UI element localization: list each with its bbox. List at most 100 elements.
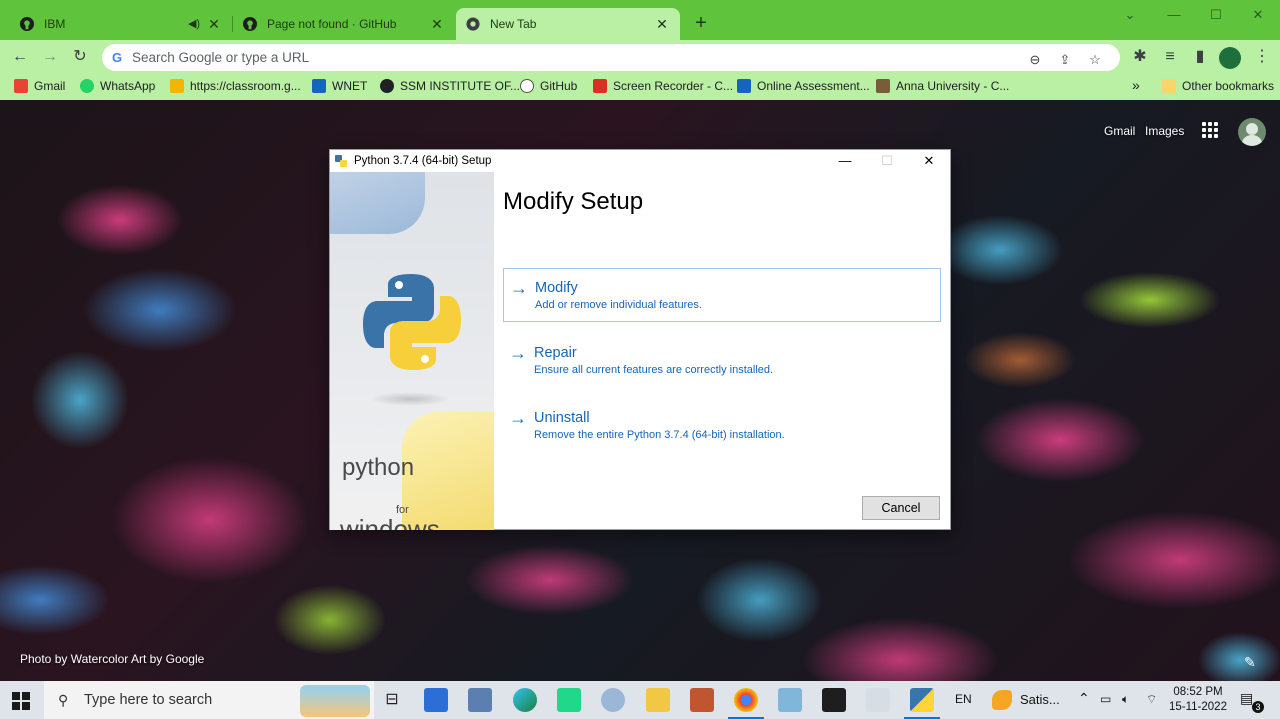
close-tab-icon[interactable]: ✕ (654, 16, 670, 32)
bookmark-online-assessment[interactable]: Online Assessment... (737, 79, 870, 93)
search-icon: ⚲ (58, 691, 69, 708)
dialog-title: Python 3.7.4 (64-bit) Setup (354, 155, 492, 167)
search-highlight-icon[interactable] (300, 685, 370, 717)
paint-icon[interactable] (601, 688, 625, 712)
tab-title: New Tab (490, 17, 537, 31)
python-installer-icon[interactable] (866, 688, 890, 712)
volume-icon[interactable]: 🔈︎ (1122, 692, 1129, 707)
reload-button[interactable]: ↻ (68, 45, 92, 69)
bookmark-whatsapp[interactable]: WhatsApp (80, 79, 155, 93)
whatsapp-icon (80, 79, 94, 93)
bookmark-label: Anna University - C... (896, 79, 1010, 93)
menu-icon[interactable]: ⋮ (1250, 45, 1274, 69)
omnibox[interactable]: G Search Google or type a URL ⊖ ⇪ ☆ (102, 44, 1120, 71)
notepad-icon[interactable] (778, 688, 802, 712)
microsoft-store-icon[interactable] (424, 688, 448, 712)
file-explorer-icon[interactable] (646, 688, 670, 712)
profile-avatar[interactable] (1219, 47, 1241, 69)
windows-start-icon[interactable] (12, 692, 30, 710)
arrow-right-icon: → (509, 343, 527, 363)
modify-option[interactable]: → Modify Add or remove individual featur… (503, 268, 941, 322)
photos-icon[interactable] (690, 688, 714, 712)
uninstall-option[interactable]: → Uninstall Remove the entire Python 3.7… (503, 399, 941, 453)
bookmark-label: GitHub (540, 79, 578, 93)
pycharm-icon[interactable] (557, 688, 581, 712)
taskbar-search-box[interactable]: ⚲ Type here to search (44, 681, 374, 719)
wifi-icon[interactable]: ⌔ (1146, 692, 1157, 707)
photo-credit[interactable]: Photo by Watercolor Art by Google (20, 652, 204, 666)
bookmark-classroom[interactable]: https://classroom.g... (170, 79, 301, 93)
bookmarks-bar: Gmail WhatsApp https://classroom.g... WN… (0, 74, 1280, 100)
bookmark-wnet[interactable]: WNET (312, 79, 367, 93)
chrome-icon (466, 17, 480, 31)
close-tab-icon[interactable]: ✕ (429, 16, 445, 32)
banner-text-python: python (342, 454, 415, 481)
other-bookmarks[interactable]: Other bookmarks (1162, 79, 1274, 93)
share-icon[interactable]: ⇪ (1054, 48, 1076, 72)
dialog-maximize-button: ☐ (881, 153, 893, 168)
assessment-icon (737, 79, 751, 93)
python-setup-taskbar-icon[interactable] (904, 688, 940, 719)
taskbar-clock[interactable]: 08:52 PM 15-11-2022 (1162, 685, 1234, 715)
chevron-down-icon[interactable]: ⌄ (1108, 4, 1152, 26)
gmail-icon (14, 79, 28, 93)
tab-title: Page not found · GitHub (267, 17, 397, 31)
battery-icon[interactable]: ▭ (1100, 692, 1111, 706)
star-icon[interactable]: ☆ (1084, 48, 1106, 72)
bookmark-label: Gmail (34, 79, 66, 93)
control-panel-icon[interactable] (468, 688, 492, 712)
images-link[interactable]: Images (1145, 124, 1184, 138)
bookmark-ssm[interactable]: SSM INSTITUTE OF... (380, 79, 520, 93)
bookmark-label: https://classroom.g... (190, 79, 301, 93)
tab-new-tab[interactable]: New Tab ✕ (456, 8, 680, 40)
close-window-button[interactable]: ✕ (1236, 4, 1280, 26)
close-tab-icon[interactable]: ✕ (206, 16, 222, 32)
banner-yellow-shape (402, 412, 494, 530)
repair-option[interactable]: → Repair Ensure all current features are… (503, 334, 941, 388)
pencil-icon[interactable]: ✎ (1244, 654, 1256, 671)
apps-grid-icon[interactable] (1202, 122, 1218, 138)
dialog-minimize-button[interactable]: — (824, 150, 866, 172)
cancel-button[interactable]: Cancel (862, 496, 940, 520)
minimize-button[interactable]: — (1152, 4, 1196, 26)
reading-list-icon[interactable]: ≡ (1158, 45, 1182, 69)
bookmark-label: Other bookmarks (1182, 79, 1275, 93)
chrome-taskbar-icon[interactable] (728, 688, 764, 719)
bookmark-anna-university[interactable]: Anna University - C... (876, 79, 1009, 93)
python-setup-dialog: Python 3.7.4 (64-bit) Setup — ☐ ✕ python… (329, 149, 951, 530)
tab-ibm[interactable]: IBM ◀) ✕ (10, 8, 232, 40)
back-button[interactable]: ← (8, 45, 32, 69)
bookmark-github[interactable]: GitHub (520, 79, 577, 93)
bookmarks-overflow-button[interactable]: » (1132, 77, 1140, 93)
satis-app-label[interactable]: Satis... (1020, 692, 1060, 707)
zoom-icon[interactable]: ⊖ (1024, 48, 1046, 72)
maximize-button[interactable]: ☐ (1194, 4, 1238, 26)
option-title: Uninstall (534, 410, 590, 426)
logo-shadow (370, 392, 450, 406)
taskbar-search-placeholder: Type here to search (84, 692, 213, 708)
account-avatar[interactable] (1238, 118, 1266, 146)
python-setup-icon (334, 154, 348, 168)
extensions-icon[interactable]: ✱ (1128, 45, 1152, 69)
side-panel-icon[interactable]: ▮ (1188, 45, 1212, 69)
bookmark-gmail[interactable]: Gmail (14, 79, 65, 93)
language-indicator[interactable]: EN (955, 692, 972, 706)
chevron-up-icon[interactable]: ⌃ (1078, 690, 1090, 707)
option-title: Modify (535, 280, 578, 296)
clock-time: 08:52 PM (1173, 686, 1223, 698)
option-title: Repair (534, 345, 577, 361)
task-view-icon[interactable]: ⊟ (380, 688, 404, 712)
new-tab-button[interactable]: + (690, 12, 712, 34)
edge-icon[interactable] (513, 688, 537, 712)
dialog-close-button[interactable]: ✕ (908, 150, 950, 172)
bookmark-label: WNET (332, 79, 368, 93)
weather-icon[interactable] (992, 690, 1012, 710)
gmail-link[interactable]: Gmail (1104, 124, 1135, 138)
forward-button[interactable]: → (38, 45, 62, 69)
speaker-icon[interactable]: ◀) (186, 16, 202, 32)
university-icon (876, 79, 890, 93)
terminal-icon[interactable] (822, 688, 846, 712)
clock-date: 15-11-2022 (1169, 701, 1227, 713)
tab-github[interactable]: Page not found · GitHub ✕ (233, 8, 455, 40)
bookmark-screen-recorder[interactable]: Screen Recorder - C... (593, 79, 733, 93)
